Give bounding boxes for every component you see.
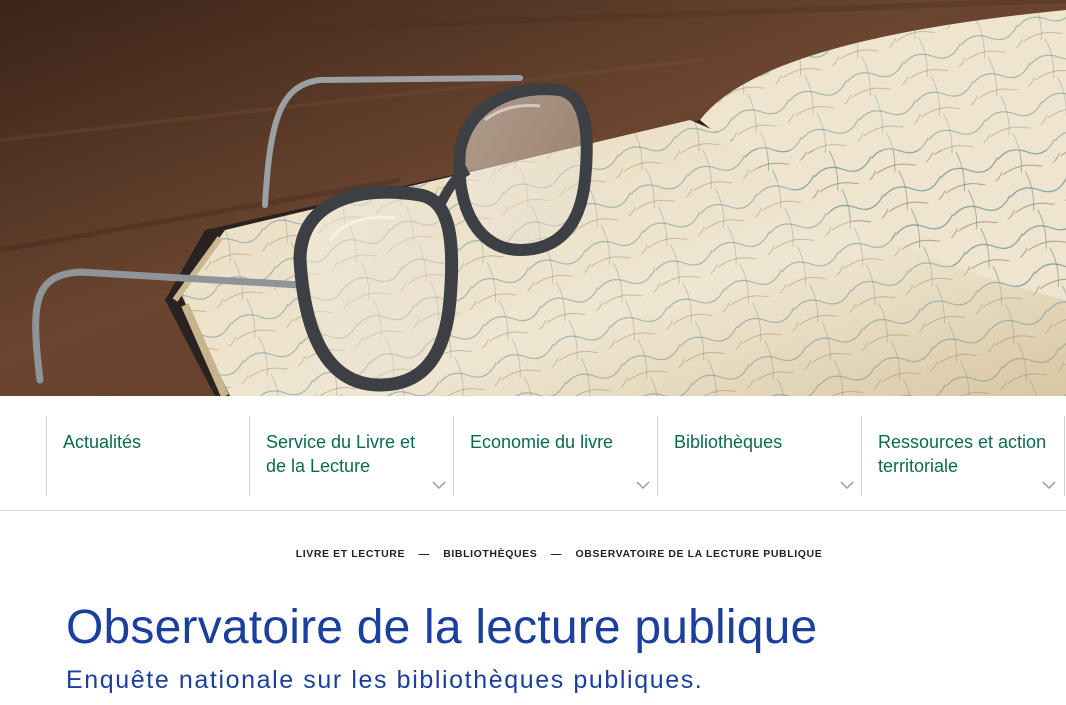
nav-item-service-livre-lecture[interactable]: Service du Livre et de la Lecture xyxy=(249,416,454,496)
chevron-down-icon xyxy=(432,481,446,490)
nav-item-label: Economie du livre xyxy=(470,432,614,452)
nav-item-ressources-action-territoriale[interactable]: Ressources et action territoriale xyxy=(861,416,1065,496)
nav-item-bibliotheques[interactable]: Bibliothèques xyxy=(657,416,862,496)
nav-item-label: Bibliothèques xyxy=(674,432,783,452)
breadcrumb-separator: — xyxy=(418,548,430,560)
page-title: Observatoire de la lecture publique xyxy=(66,601,818,654)
main-navigation: Actualités Service du Livre et de la Lec… xyxy=(0,396,1066,511)
breadcrumb-link-livre-et-lecture[interactable]: LIVRE ET LECTURE xyxy=(296,548,405,560)
chevron-down-icon xyxy=(1042,481,1056,490)
nav-item-economie-livre[interactable]: Economie du livre xyxy=(453,416,658,496)
page-subtitle: Enquête nationale sur les bibliothèques … xyxy=(66,666,704,694)
chevron-down-icon xyxy=(840,481,854,490)
breadcrumb-current: OBSERVATOIRE DE LA LECTURE PUBLIQUE xyxy=(575,548,823,560)
hero-image xyxy=(0,0,1066,396)
nav-item-label: Service du Livre et de la Lecture xyxy=(266,432,416,476)
nav-item-label: Actualités xyxy=(63,432,142,452)
breadcrumb-separator: — xyxy=(550,548,562,560)
chevron-down-icon xyxy=(636,481,650,490)
nav-item-actualites[interactable]: Actualités xyxy=(46,416,250,496)
breadcrumb-link-bibliotheques[interactable]: BIBLIOTHÈQUES xyxy=(443,548,537,560)
glasses-on-atlas-illustration xyxy=(0,0,1066,396)
nav-item-label: Ressources et action territoriale xyxy=(878,432,1047,476)
breadcrumb: LIVRE ET LECTURE — BIBLIOTHÈQUES — OBSER… xyxy=(0,548,1066,560)
